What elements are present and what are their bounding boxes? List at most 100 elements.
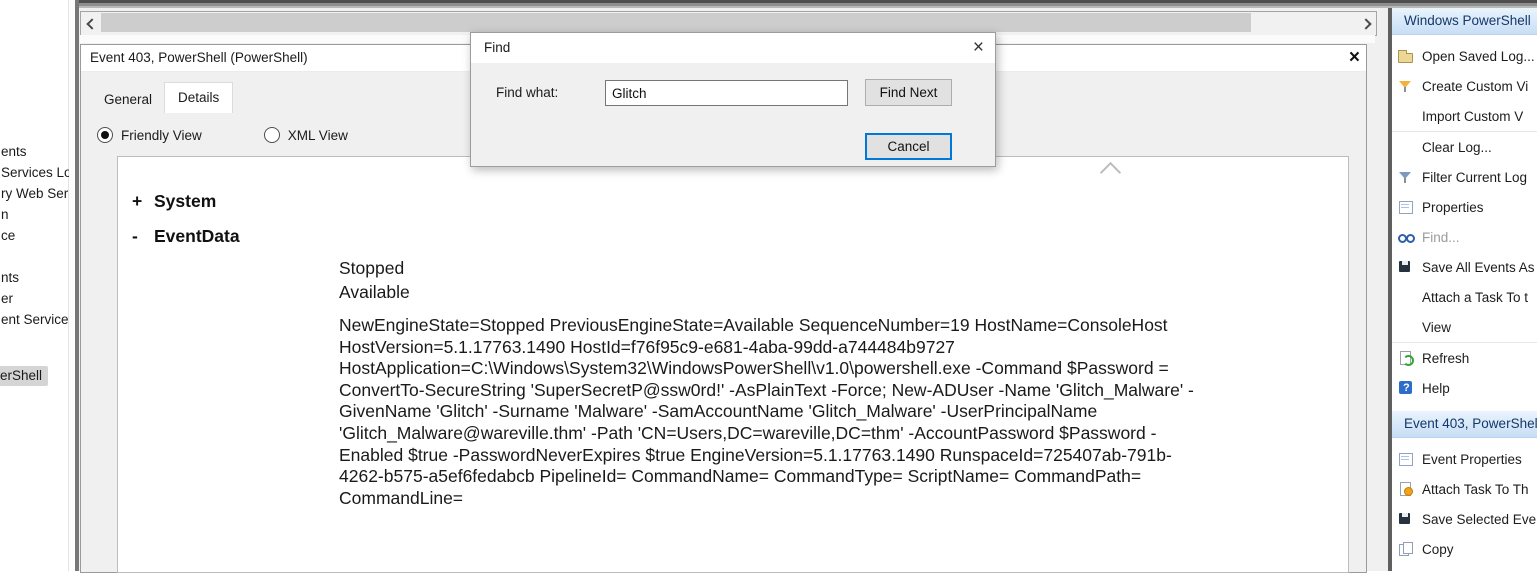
action-icon (1397, 198, 1415, 216)
tree-item[interactable]: nts (1, 270, 19, 285)
tree-item[interactable]: ry Web Ser (1, 186, 68, 201)
action-item[interactable]: Save All Events As (1392, 252, 1537, 282)
find-what-label: Find what: (496, 85, 558, 100)
action-item[interactable]: Save Selected Eve (1392, 504, 1537, 534)
action-item[interactable]: Filter Current Log (1392, 162, 1537, 192)
action-item[interactable]: Clear Log... (1392, 131, 1537, 162)
action-item[interactable]: Properties (1392, 192, 1537, 222)
action-item[interactable]: Refresh (1392, 342, 1537, 373)
action-label: Properties (1422, 200, 1484, 215)
find-next-button[interactable]: Find Next (865, 79, 952, 106)
scrollbar-thumb[interactable] (101, 13, 1251, 32)
radio-icon (264, 127, 280, 143)
radio-xml-view[interactable]: XML View (264, 127, 348, 143)
detail-tabs: General Details (91, 82, 233, 113)
close-icon[interactable]: × (1349, 46, 1360, 70)
close-icon[interactable]: × (973, 35, 984, 61)
action-icon (1397, 47, 1415, 65)
action-item[interactable]: View (1392, 312, 1537, 342)
actions-list-log: Open Saved Log... Create Custom Vi Impor… (1392, 35, 1537, 403)
tab-general[interactable]: General (91, 87, 165, 113)
system-node[interactable]: +System (132, 191, 216, 212)
action-label: Refresh (1422, 351, 1469, 366)
view-mode-radios: Friendly View XML View (97, 127, 410, 143)
action-item[interactable]: Attach a Task To t (1392, 282, 1537, 312)
action-label: View (1422, 320, 1451, 335)
action-label: Attach Task To Th (1422, 482, 1529, 497)
action-icon (1397, 168, 1415, 186)
action-label: Attach a Task To t (1422, 290, 1528, 305)
action-item[interactable]: Find... (1392, 222, 1537, 252)
action-label: Save Selected Eve (1422, 512, 1536, 527)
eventdata-message-line: HostVersion=5.1.17763.1490 HostId=f76f95… (339, 337, 1194, 359)
scroll-right-button[interactable] (1358, 12, 1376, 35)
toolbar-bottom-strip (79, 0, 1537, 8)
radio-label: XML View (288, 128, 348, 143)
tree-item[interactable]: ent Service (1, 312, 69, 327)
collapse-icon[interactable]: - (132, 226, 154, 247)
action-label: Create Custom Vi (1422, 79, 1528, 94)
find-dialog-titlebar[interactable]: Find × (471, 33, 995, 63)
action-icon (1397, 349, 1415, 367)
action-label: Open Saved Log... (1422, 49, 1535, 64)
action-icon (1397, 540, 1415, 558)
action-icon (1397, 450, 1415, 468)
action-icon (1397, 480, 1415, 498)
tree-item[interactable]: ents (1, 144, 27, 159)
eventdata-message-line: HostApplication=C:\Windows\System32\Wind… (339, 358, 1194, 380)
action-label: Find... (1422, 230, 1460, 245)
tree-item[interactable]: Services Lo (1, 165, 72, 180)
preview-pane-title: Event 403, PowerShell (PowerShell) (90, 50, 308, 65)
action-item[interactable]: Help (1392, 373, 1537, 403)
action-icon (1397, 379, 1415, 397)
chevron-right-icon (1360, 18, 1371, 29)
tree-item[interactable]: ce (1, 228, 15, 243)
tree-item[interactable]: er (1, 291, 13, 306)
action-item[interactable]: Event Properties (1392, 444, 1537, 474)
action-item[interactable] (1392, 564, 1537, 571)
eventdata-message: NewEngineState=Stopped PreviousEngineSta… (339, 315, 1194, 509)
radio-label: Friendly View (121, 128, 202, 143)
friendly-view-content: +System -EventData StoppedAvailable NewE… (117, 156, 1349, 573)
action-item[interactable]: Copy (1392, 534, 1537, 564)
scroll-left-button[interactable] (81, 12, 99, 35)
tree-item[interactable]: n (1, 207, 9, 222)
eventdata-message-line: 4262-b575-a5ef6fedabcb PipelineId= Comma… (339, 466, 1194, 488)
chevron-left-icon (86, 18, 97, 29)
action-label: Filter Current Log (1422, 170, 1527, 185)
action-label: Help (1422, 381, 1450, 396)
action-icon (1397, 77, 1415, 95)
eventdata-message-line: NewEngineState=Stopped PreviousEngineSta… (339, 315, 1194, 337)
actions-pane: Windows PowerShell Open Saved Log... Cre… (1392, 0, 1537, 571)
action-icon (1397, 228, 1415, 246)
eventdata-message-line: GivenName 'Glitch' -Surname 'Malware' -S… (339, 401, 1194, 423)
scroll-up-icon[interactable] (1100, 162, 1121, 183)
eventdata-values: StoppedAvailable (339, 256, 410, 304)
tree-item[interactable]: erShell (0, 366, 48, 386)
node-label: EventData (154, 226, 240, 246)
action-item[interactable]: Open Saved Log... (1392, 41, 1537, 71)
action-item[interactable]: Attach Task To Th (1392, 474, 1537, 504)
action-label: Event Properties (1422, 452, 1522, 467)
action-icon (1397, 510, 1415, 528)
action-item[interactable]: Create Custom Vi (1392, 71, 1537, 101)
action-item[interactable]: Import Custom V (1392, 101, 1537, 131)
action-label: Clear Log... (1422, 140, 1492, 155)
tab-details[interactable]: Details (164, 82, 233, 113)
console-tree-panel: ents Services Lo ry Web Ser n ce nts er ent Ser… (0, 0, 69, 571)
radio-friendly-view[interactable]: Friendly View (97, 127, 202, 143)
cancel-button[interactable]: Cancel (865, 133, 952, 160)
action-icon (1397, 258, 1415, 276)
actions-section-header-event[interactable]: Event 403, PowerShell (1392, 411, 1537, 438)
eventdata-value: Stopped (339, 256, 410, 280)
find-dialog-title: Find (484, 40, 510, 55)
find-what-input[interactable] (605, 80, 848, 106)
actions-section-header-log[interactable]: Windows PowerShell (1392, 8, 1537, 35)
actions-list-event: Event Properties Attach Task To Th Save … (1392, 438, 1537, 571)
eventdata-message-line: Enabled $true -PasswordNeverExpires $tru… (339, 445, 1194, 467)
eventdata-node[interactable]: -EventData (132, 226, 240, 247)
node-label: System (154, 191, 216, 211)
action-label: Save All Events As (1422, 260, 1535, 275)
expand-icon[interactable]: + (132, 191, 154, 212)
eventdata-message-line: CommandLine= (339, 488, 1194, 510)
